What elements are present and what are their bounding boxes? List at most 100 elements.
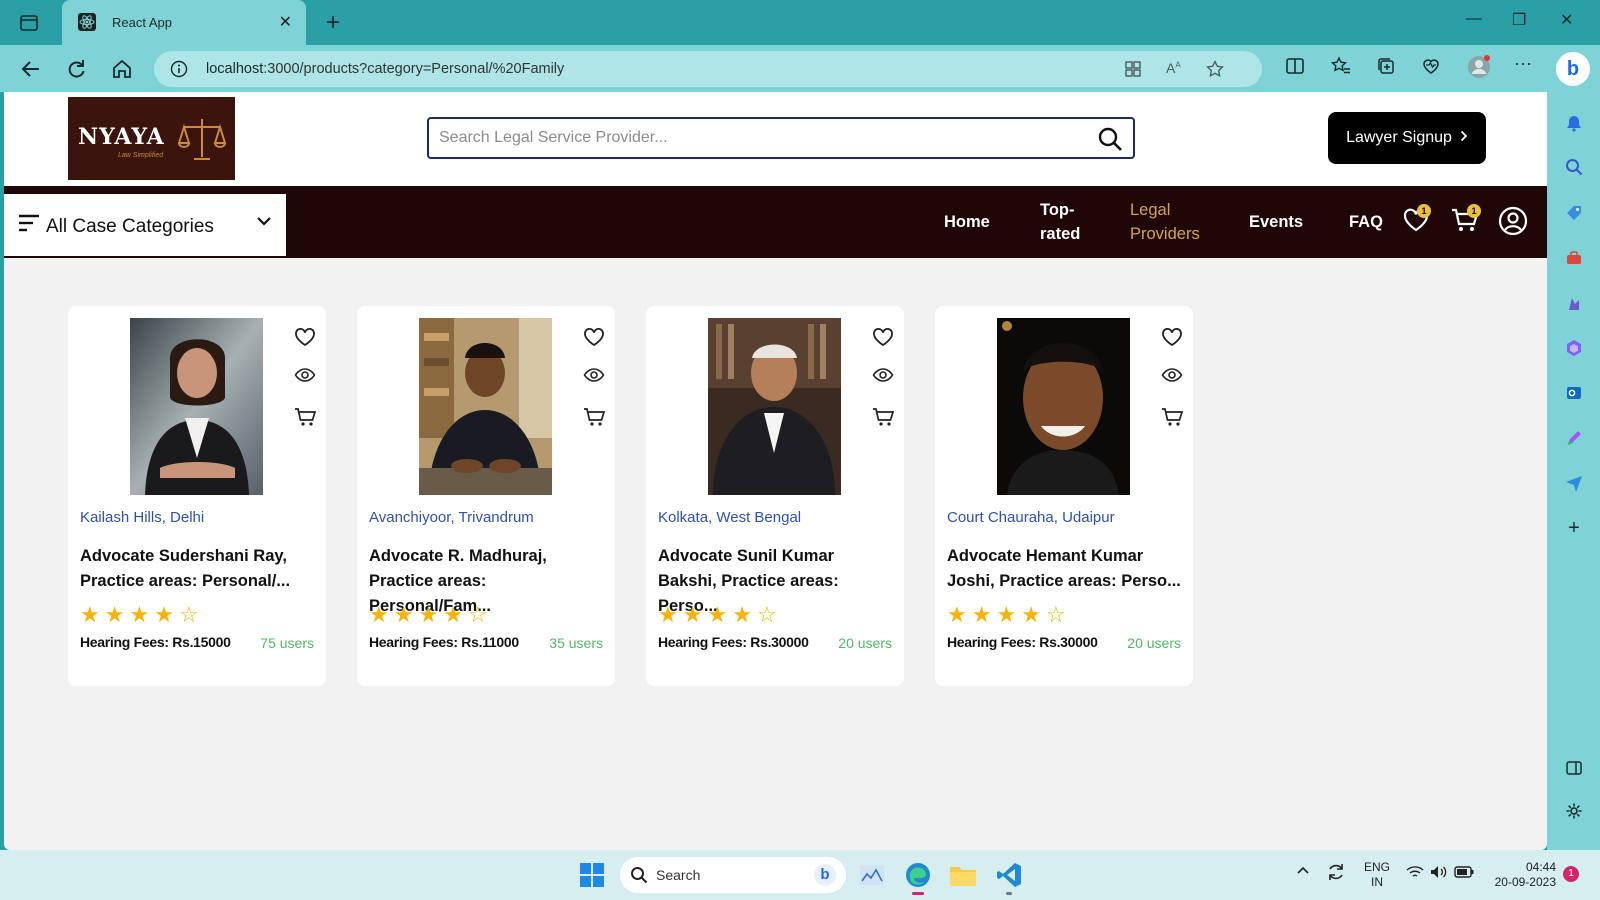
lawyer-signup-button[interactable]: Lawyer Signup: [1328, 112, 1486, 164]
provider-card[interactable]: Avanchiyoor, Trivandrum Advocate R. Madh…: [357, 306, 615, 686]
vscode-icon[interactable]: [993, 859, 1025, 895]
nav-top-rated[interactable]: Top-rated: [1040, 198, 1080, 246]
search-box: [427, 117, 1135, 159]
profile-avatar-icon[interactable]: [1466, 54, 1492, 85]
volume-icon[interactable]: [1430, 865, 1448, 883]
provider-name[interactable]: Advocate Sudershani Ray, Practice areas:…: [80, 544, 318, 594]
nav-events[interactable]: Events: [1249, 210, 1303, 234]
outlook-icon[interactable]: [1563, 382, 1585, 404]
hide-sidebar-icon[interactable]: [1563, 757, 1585, 779]
search-icon[interactable]: [1097, 126, 1123, 157]
provider-name[interactable]: Advocate Hemant Kumar Joshi, Practice ar…: [947, 544, 1185, 594]
nav-home[interactable]: Home: [944, 210, 990, 234]
send-icon[interactable]: [1563, 472, 1585, 494]
nav-legal-providers[interactable]: Legal Providers: [1130, 198, 1200, 246]
more-options-icon[interactable]: ···: [1514, 53, 1532, 74]
quick-view-eye-icon[interactable]: [1161, 364, 1183, 386]
copilot-icon[interactable]: b: [1556, 52, 1590, 86]
app-available-icon[interactable]: [1124, 60, 1142, 83]
language-indicator[interactable]: ENG IN: [1364, 860, 1390, 890]
provider-location[interactable]: Kolkata, West Bengal: [658, 509, 801, 526]
user-account-icon[interactable]: [1498, 206, 1528, 236]
show-hidden-icons-chevron-icon[interactable]: [1296, 864, 1310, 879]
add-to-cart-icon[interactable]: [872, 406, 895, 428]
browser-essentials-icon[interactable]: [1421, 56, 1441, 81]
back-icon[interactable]: [19, 57, 43, 81]
wishlist-heart-icon[interactable]: [872, 326, 894, 348]
minimize-icon[interactable]: —: [1466, 10, 1482, 28]
favorite-star-icon[interactable]: [1206, 59, 1224, 83]
search-input[interactable]: [439, 127, 1079, 149]
sidebar-settings-icon[interactable]: [1563, 800, 1585, 822]
close-tab-icon[interactable]: ✕: [279, 12, 292, 32]
notifications-icon[interactable]: [1563, 112, 1585, 134]
chevron-down-icon: [256, 214, 272, 232]
designer-icon[interactable]: [1563, 427, 1585, 449]
all-case-categories-dropdown[interactable]: All Case Categories: [4, 194, 286, 256]
split-screen-icon[interactable]: [1285, 56, 1305, 81]
read-aloud-icon[interactable]: AA: [1166, 60, 1181, 76]
lawyer-photo[interactable]: [997, 318, 1130, 495]
microsoft-365-icon[interactable]: [1563, 337, 1585, 359]
lawyer-photo[interactable]: [708, 318, 841, 495]
home-icon[interactable]: [110, 57, 134, 81]
wishlist-heart-icon[interactable]: [1161, 326, 1183, 348]
tab-actions-icon[interactable]: [18, 12, 40, 34]
react-icon: [78, 13, 96, 31]
star-filled-icon: ★: [104, 602, 130, 627]
provider-card[interactable]: Kailash Hills, Delhi Advocate Sudershani…: [68, 306, 326, 686]
star-filled-icon: ★: [682, 602, 708, 627]
wifi-icon[interactable]: [1406, 865, 1424, 883]
add-to-cart-icon[interactable]: [583, 406, 606, 428]
wishlist-heart-icon[interactable]: [583, 326, 605, 348]
clock-time: 04:44: [1525, 860, 1556, 874]
taskbar-search[interactable]: Search b: [620, 857, 846, 893]
wishlist-heart-icon[interactable]: 1: [1402, 204, 1432, 236]
edge-browser-icon[interactable]: [902, 859, 934, 895]
web-page: NYAYA Law Simplified Search Legal Servic…: [4, 92, 1547, 850]
cart-icon[interactable]: 1: [1450, 204, 1481, 236]
close-window-icon[interactable]: ✕: [1560, 10, 1573, 30]
quick-view-eye-icon[interactable]: [294, 364, 316, 386]
windows-start-icon[interactable]: [576, 859, 608, 891]
provider-location[interactable]: Kailash Hills, Delhi: [80, 509, 204, 526]
notification-badge-icon[interactable]: 1: [1563, 866, 1579, 882]
new-tab-button[interactable]: +: [326, 9, 340, 37]
star-filled-icon: ★: [80, 602, 105, 627]
refresh-icon[interactable]: [64, 57, 88, 81]
hearing-fees: Hearing Fees: Rs.30000: [658, 634, 809, 650]
file-explorer-icon[interactable]: [947, 859, 979, 891]
provider-card[interactable]: Court Chauraha, Udaipur Advocate Hemant …: [935, 306, 1193, 686]
user-count: 20 users: [1127, 635, 1181, 651]
add-to-cart-icon[interactable]: [1161, 406, 1184, 428]
restore-icon[interactable]: ❐: [1512, 10, 1526, 30]
clock[interactable]: 04:44 20-09-2023: [1488, 860, 1556, 890]
favorites-icon[interactable]: [1330, 56, 1351, 81]
shopping-tag-icon[interactable]: [1563, 202, 1585, 224]
sync-icon[interactable]: [1326, 862, 1346, 886]
provider-location[interactable]: Avanchiyoor, Trivandrum: [369, 509, 534, 526]
user-count: 35 users: [549, 635, 603, 651]
wishlist-heart-icon[interactable]: [294, 326, 316, 348]
url-bar[interactable]: localhost:3000/products?category=Persona…: [154, 51, 1262, 87]
collections-icon[interactable]: [1376, 56, 1396, 81]
sidebar-search-icon[interactable]: [1563, 156, 1585, 178]
quick-view-eye-icon[interactable]: [872, 364, 894, 386]
star-empty-icon: ☆: [1045, 602, 1071, 627]
nyaya-logo[interactable]: NYAYA Law Simplified: [68, 97, 235, 180]
lawyer-photo[interactable]: [419, 318, 552, 495]
nav-faq[interactable]: FAQ: [1349, 210, 1383, 234]
quick-view-eye-icon[interactable]: [583, 364, 605, 386]
battery-icon[interactable]: [1454, 866, 1474, 882]
add-sidebar-app-icon[interactable]: +: [1563, 517, 1585, 539]
games-icon[interactable]: [1563, 292, 1585, 314]
tools-briefcase-icon[interactable]: [1563, 247, 1585, 269]
site-info-icon[interactable]: [170, 60, 188, 83]
stocks-widget-icon[interactable]: [856, 859, 888, 891]
browser-tab[interactable]: React App ✕: [62, 0, 306, 45]
add-to-cart-icon[interactable]: [294, 406, 317, 428]
nav-legal-providers-line2: Providers: [1130, 225, 1200, 243]
lawyer-photo[interactable]: [130, 318, 263, 495]
provider-location[interactable]: Court Chauraha, Udaipur: [947, 509, 1115, 526]
provider-card[interactable]: Kolkata, West Bengal Advocate Sunil Kuma…: [646, 306, 904, 686]
